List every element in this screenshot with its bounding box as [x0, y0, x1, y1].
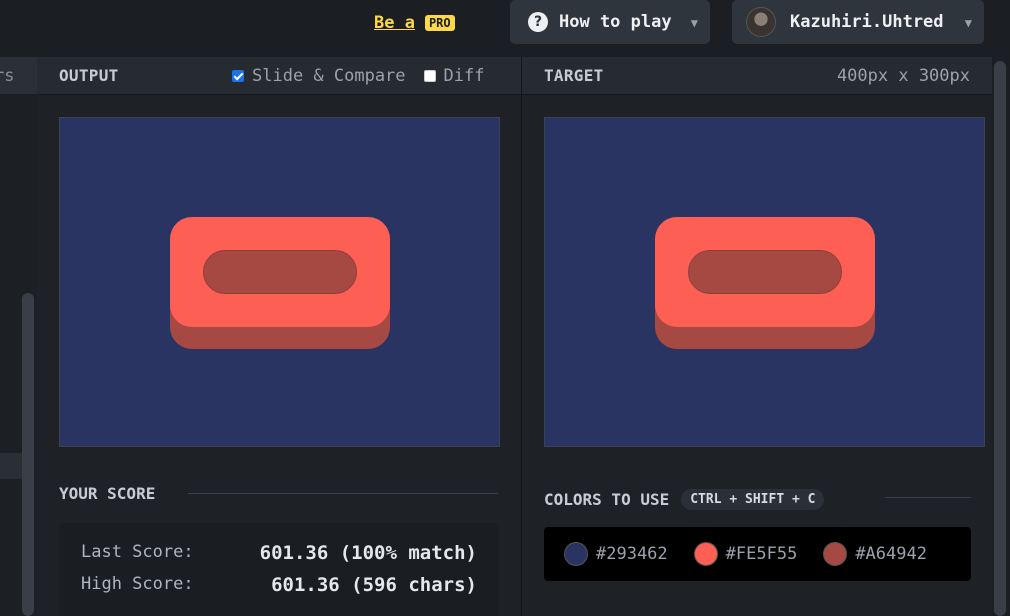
color-dot[interactable]: [564, 542, 588, 566]
colors-header: COLORS TO USE CTRL + SHIFT + C: [544, 489, 825, 510]
pro-badge[interactable]: PRO: [424, 15, 455, 31]
last-score-label: Last Score:: [81, 542, 194, 562]
color-dot[interactable]: [823, 542, 848, 566]
output-canvas[interactable]: [59, 117, 500, 447]
high-score-value: 601.36 (596 chars): [271, 574, 477, 596]
user-menu-button[interactable]: Kazuhiri.Uhtred ▼: [732, 0, 984, 44]
top-bar: Be a PRO ? How to play ▼ Kazuhiri.Uhtred…: [0, 0, 1010, 57]
score-box: Last Score: 601.36 (100% match) High Sco…: [59, 523, 499, 616]
chevron-down-icon: ▼: [690, 16, 698, 30]
target-canvas: [544, 117, 985, 447]
scroll-thumb[interactable]: [994, 61, 1006, 616]
how-to-play-button[interactable]: ? How to play ▼: [510, 0, 710, 44]
high-score-label: High Score:: [81, 574, 194, 594]
score-divider: [188, 493, 498, 494]
score-title: YOUR SCORE: [59, 484, 156, 503]
colors-divider: [885, 497, 971, 498]
high-score-row: High Score: 601.36 (596 chars): [81, 574, 477, 596]
view-options: Slide & Compare Diff: [232, 66, 484, 86]
slide-compare-checkbox[interactable]: [232, 69, 244, 82]
be-a-label[interactable]: Be a: [374, 13, 415, 33]
left-tab[interactable]: rs: [0, 57, 37, 94]
target-title: TARGET: [544, 66, 604, 85]
last-score-value: 601.36 (100% match): [259, 542, 477, 564]
color-code[interactable]: #FE5F55: [726, 544, 798, 564]
chevron-down-icon: ▼: [964, 16, 972, 30]
left-panel-strip: rs: [0, 57, 37, 616]
color-swatch[interactable]: #FE5F55: [693, 542, 798, 566]
shape-slot: [203, 250, 357, 294]
color-code[interactable]: #293462: [596, 544, 668, 564]
how-to-play-label: How to play: [559, 12, 672, 32]
output-title: OUTPUT: [59, 66, 119, 85]
colors-palette: #293462 #FE5F55 #A64942: [544, 527, 971, 581]
color-swatch[interactable]: #A64942: [823, 542, 927, 566]
color-code[interactable]: #A64942: [855, 544, 927, 564]
target-header: TARGET 400px x 300px: [522, 57, 992, 95]
avatar: [746, 7, 776, 37]
slide-compare-label[interactable]: Slide & Compare: [252, 66, 406, 86]
diff-checkbox[interactable]: [423, 69, 436, 82]
last-score-row: Last Score: 601.36 (100% match): [81, 542, 477, 564]
color-dot[interactable]: [693, 542, 718, 566]
right-scrollbar[interactable]: [992, 57, 1010, 616]
diff-label[interactable]: Diff: [444, 66, 485, 86]
username-label: Kazuhiri.Uhtred: [790, 12, 944, 32]
left-tab-label: rs: [0, 65, 15, 86]
colors-title: COLORS TO USE: [544, 490, 670, 509]
target-dimensions: 400px x 300px: [836, 65, 970, 86]
left-highlight: [0, 453, 22, 479]
shortcut-badge: CTRL + SHIFT + C: [681, 489, 825, 510]
left-scrollbar[interactable]: [22, 293, 34, 616]
panel-divider: [521, 57, 522, 616]
color-swatch[interactable]: #293462: [564, 542, 668, 566]
question-icon: ?: [528, 12, 548, 32]
shape-slot: [688, 250, 842, 294]
output-header: OUTPUT Slide & Compare Diff: [37, 57, 521, 95]
be-pro-link[interactable]: Be a PRO: [374, 12, 455, 34]
